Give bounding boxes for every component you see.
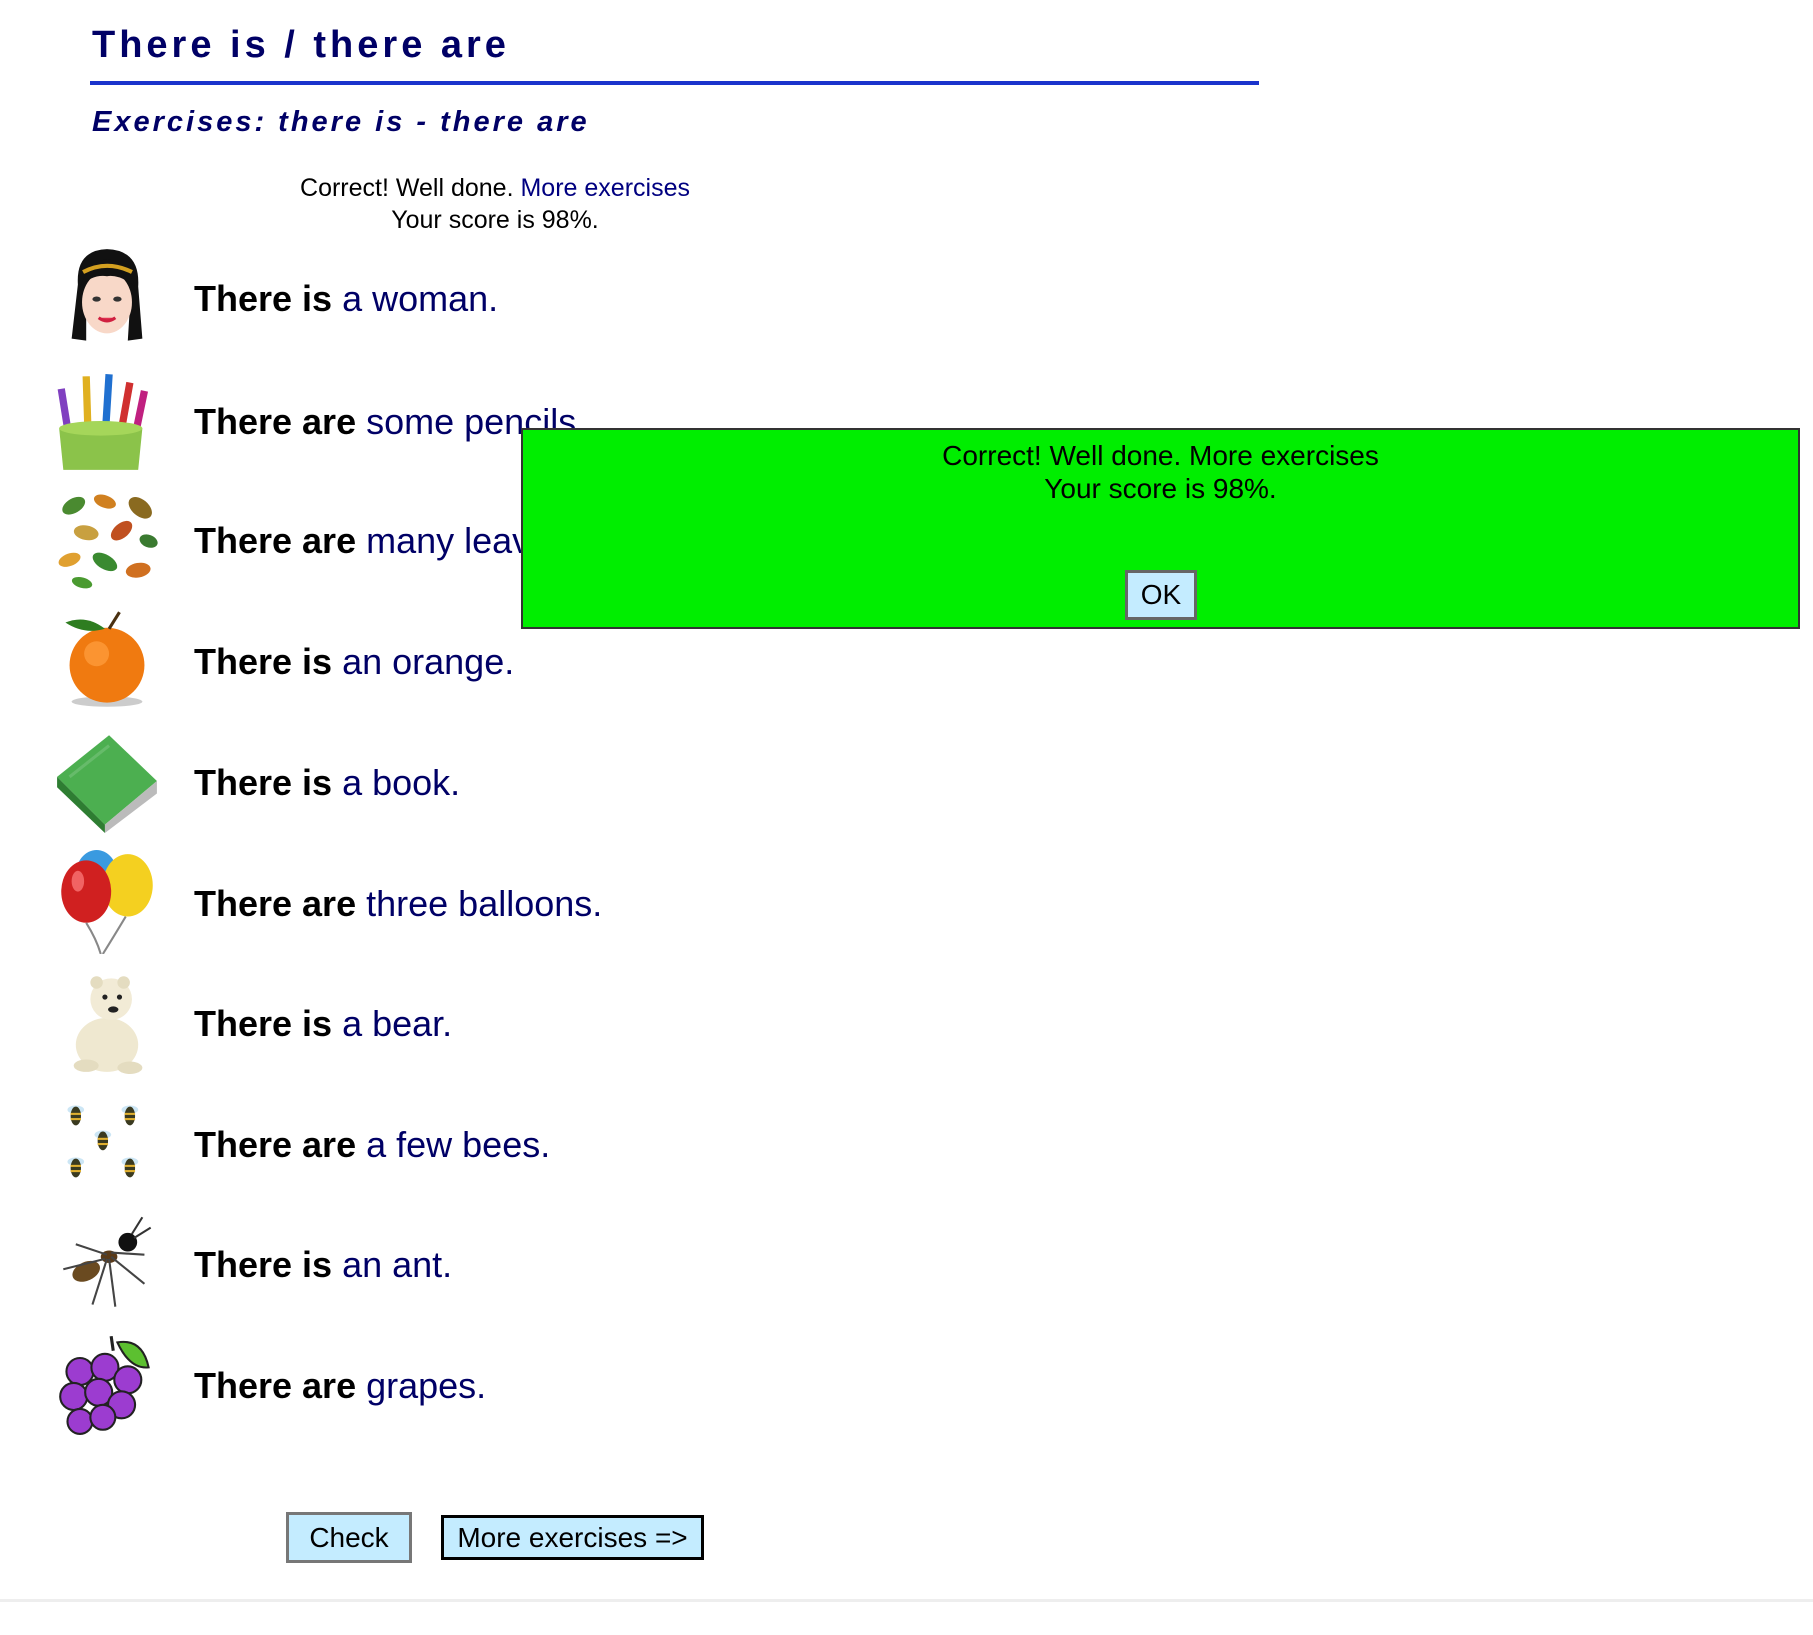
exercise-row: There is an ant. (55, 1211, 1055, 1321)
bear-icon (55, 970, 159, 1074)
sentence-rest: a few bees. (366, 1124, 551, 1165)
ant-icon (55, 1211, 159, 1315)
exercise-row: There is a bear. (55, 970, 1055, 1080)
answer-subject: There is (194, 641, 333, 682)
dialog-message: Correct! Well done. More exercises (942, 440, 1379, 471)
exercise-sentence: There is a book. (194, 762, 460, 804)
answer-subject: There are (194, 520, 357, 561)
dialog-score: Your score is 98%. (1044, 473, 1277, 504)
sentence-rest: a book. (342, 762, 461, 803)
exercise-sentence: There are a few bees. (194, 1124, 550, 1166)
answer-subject: There is (194, 1244, 333, 1285)
answer-subject: There are (194, 1124, 357, 1165)
exercise-sentence: There are three balloons. (194, 883, 602, 925)
score-text: Your score is 98%. (391, 206, 599, 234)
leaves-icon (55, 487, 159, 591)
more-exercises-button[interactable]: More exercises => (441, 1515, 704, 1560)
exercise-sentence: There is a woman. (194, 278, 498, 320)
ok-button[interactable]: OK (1125, 570, 1197, 620)
sentence-rest: an ant. (342, 1244, 453, 1285)
exercise-sentence: There is an orange. (194, 641, 514, 683)
sentence-rest: an orange. (342, 641, 515, 682)
balloons-icon (55, 850, 159, 955)
answer-subject: There are (194, 1365, 357, 1406)
pencils-icon (55, 368, 159, 472)
sentence-rest: a bear. (342, 1003, 453, 1044)
check-button[interactable]: Check (286, 1512, 412, 1563)
sentence-rest: three balloons. (366, 883, 603, 924)
answer-subject: There is (194, 278, 333, 319)
title-divider (90, 81, 1259, 85)
sentence-rest: grapes. (366, 1365, 487, 1406)
bees-icon (55, 1091, 159, 1195)
answer-subject: There are (194, 401, 357, 442)
grapes-icon (55, 1332, 159, 1436)
exercise-row: There are a few bees. (55, 1091, 1055, 1201)
sentence-rest: a woman. (342, 278, 499, 319)
exercise-sentence: There are grapes. (194, 1365, 486, 1407)
exercise-sentence: There is an ant. (194, 1244, 452, 1286)
result-message: Correct! Well done. More exercises Your … (240, 172, 750, 236)
exercise-sentence: There is a bear. (194, 1003, 452, 1045)
exercise-row: There is a book. (55, 729, 1055, 839)
footer-divider (0, 1599, 1813, 1602)
exercise-row: There are grapes. (55, 1332, 1055, 1442)
more-exercises-link[interactable]: More exercises (520, 174, 690, 202)
book-icon (55, 729, 159, 833)
answer-subject: There are (194, 883, 357, 924)
result-dialog: Correct! Well done. More exercises Your … (521, 428, 1800, 629)
exercise-row: There are three balloons. (55, 850, 1055, 960)
orange-icon (55, 608, 159, 712)
result-text: Correct! Well done. (300, 174, 514, 202)
page-title: There is / there are (92, 24, 510, 66)
exercise-row: There is a woman. (55, 245, 1055, 355)
answer-subject: There is (194, 762, 333, 803)
answer-subject: There is (194, 1003, 333, 1044)
page-subtitle: Exercises: there is - there are (92, 106, 590, 138)
woman-face-icon (55, 245, 159, 349)
